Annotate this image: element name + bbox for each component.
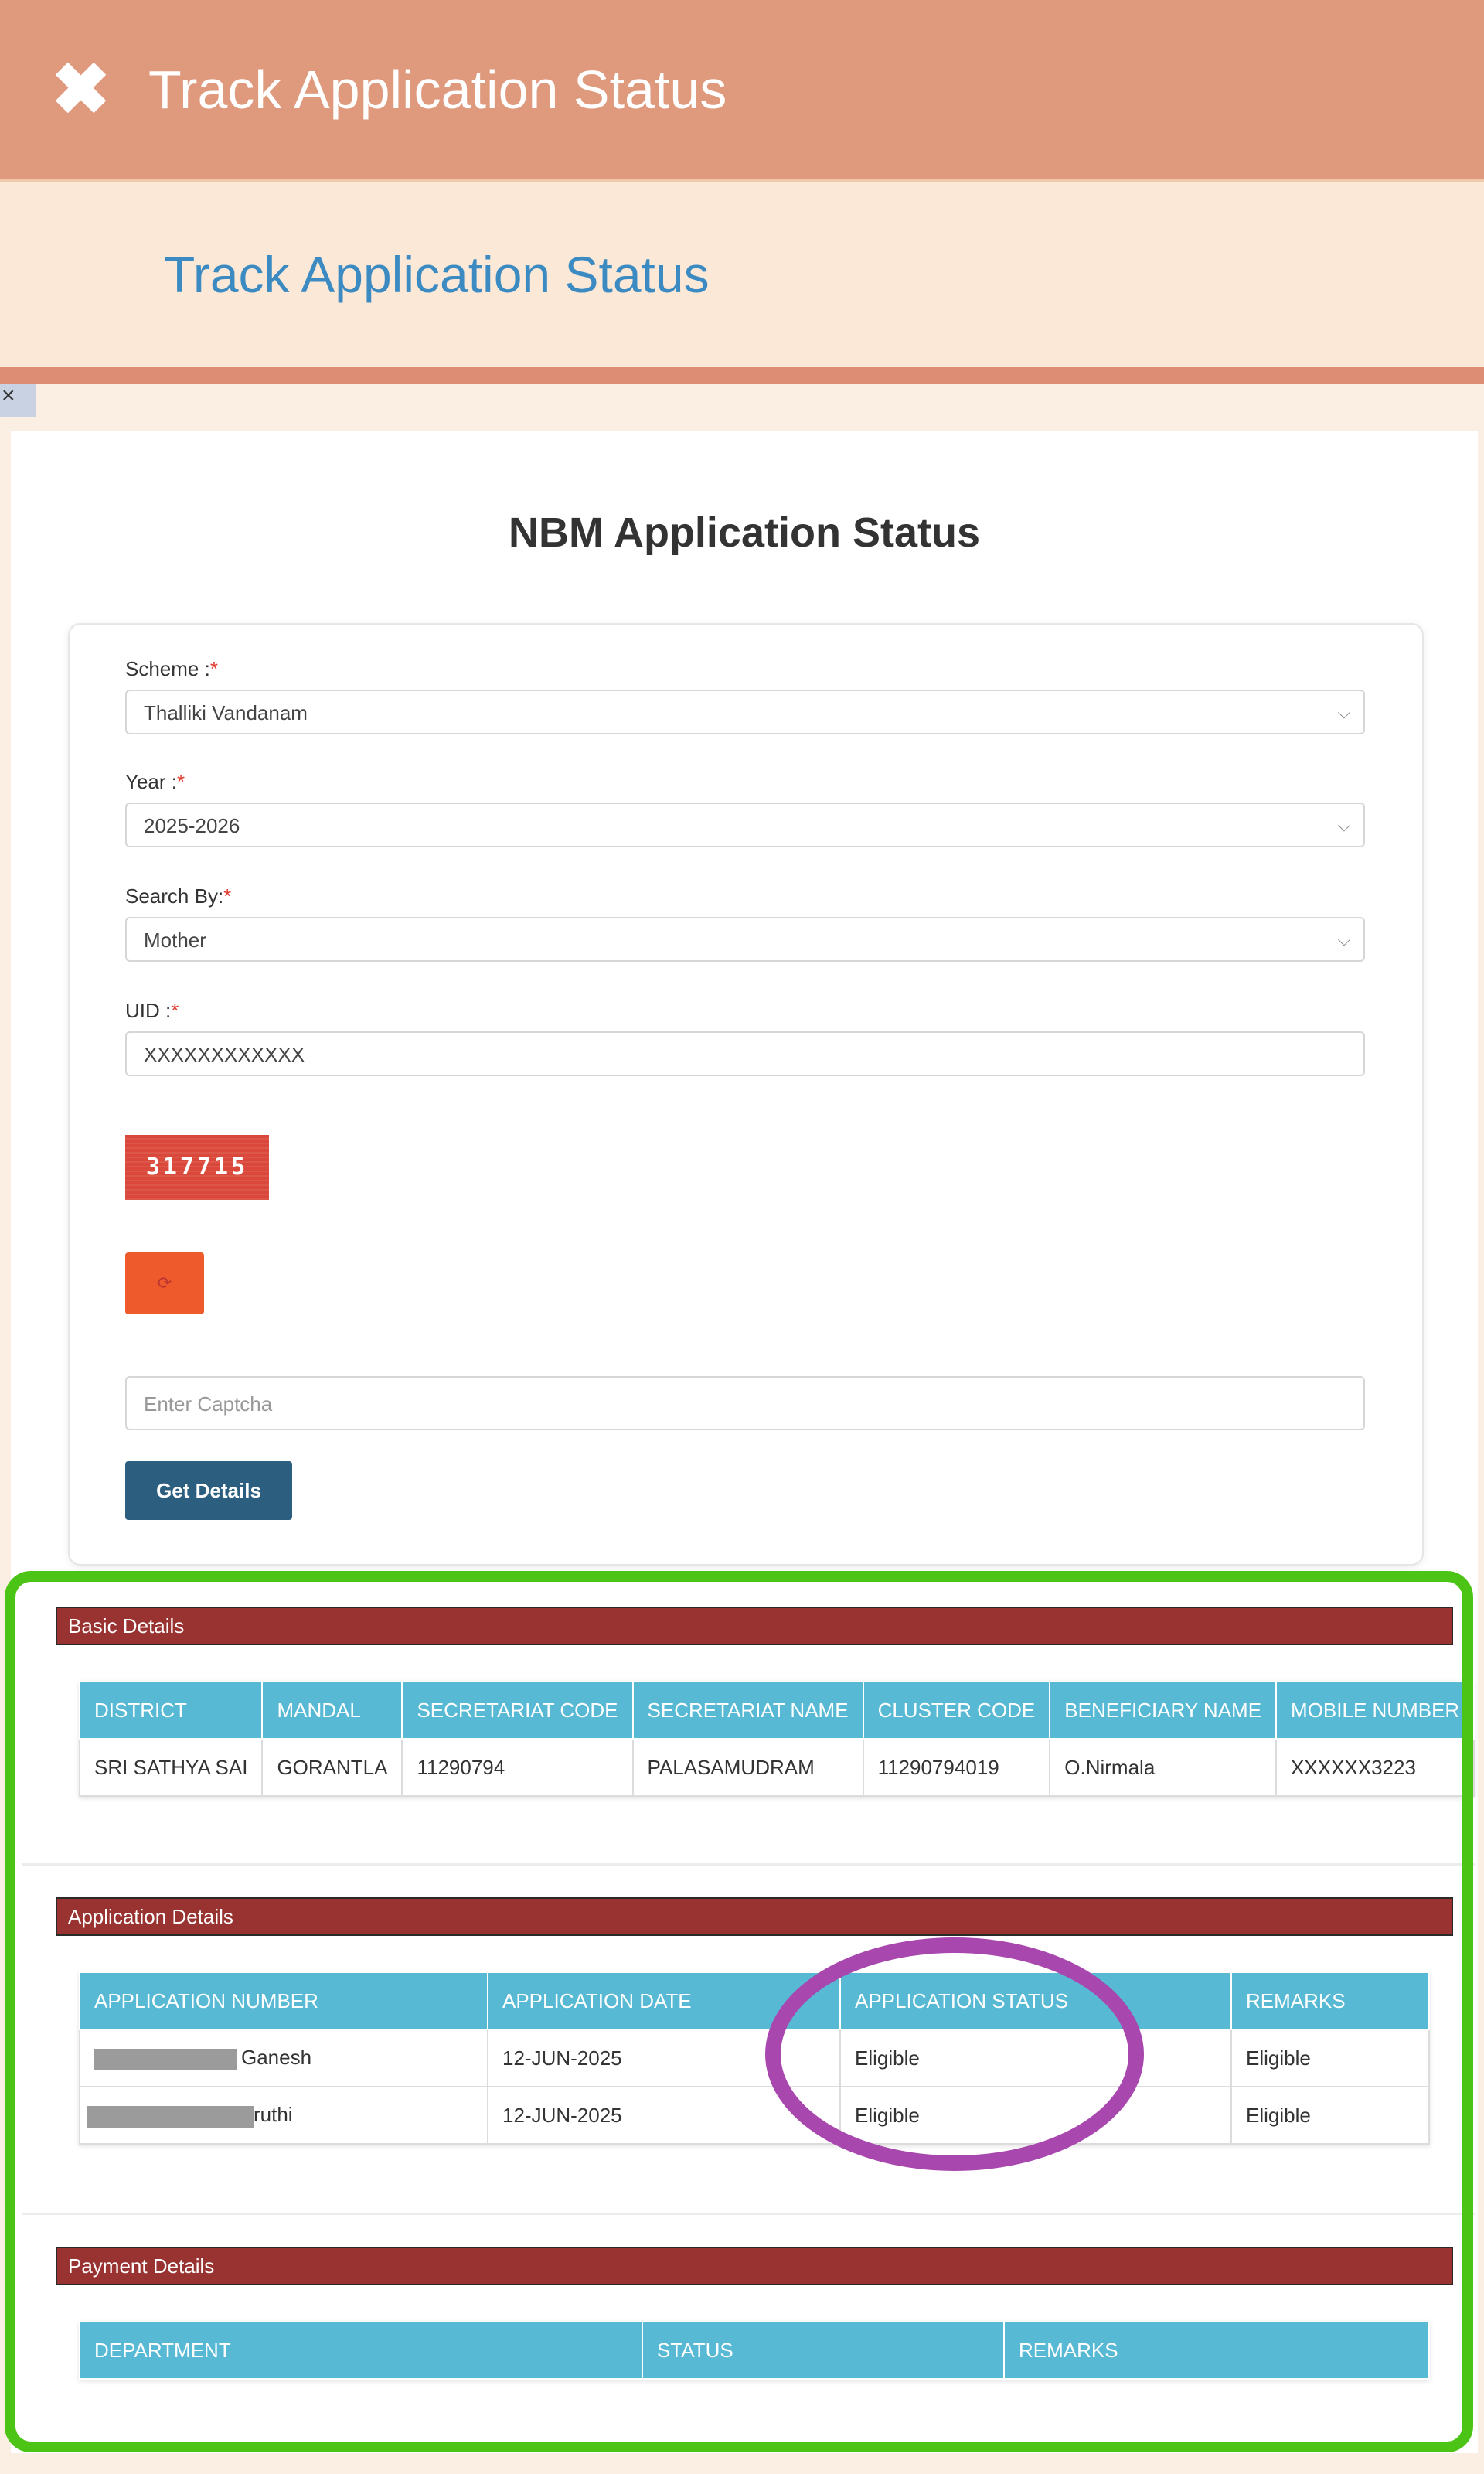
purple-highlight-ellipse — [765, 1937, 1144, 2171]
page-title: NBM Application Status — [508, 509, 980, 556]
year-select-value: 2025-2026 — [144, 814, 240, 837]
search-by-select-value: Mother — [144, 929, 206, 952]
scheme-label: Scheme :* — [125, 657, 218, 681]
search-by-select[interactable]: Mother ⌵ — [125, 917, 1365, 962]
chevron-down-icon: ⌵ — [1337, 816, 1351, 835]
search-by-label: Search By:* — [125, 884, 231, 908]
required-marker: * — [223, 884, 232, 908]
captcha-image: 317715 — [125, 1135, 269, 1200]
required-marker: * — [171, 999, 179, 1022]
uid-label: UID :* — [125, 999, 179, 1023]
search-form: Scheme :* Thalliki Vandanam ⌵ Year :* 20… — [68, 623, 1424, 1566]
refresh-captcha-button[interactable]: ⟳ — [125, 1252, 204, 1314]
year-label-text: Year : — [125, 770, 177, 793]
uid-label-text: UID : — [125, 999, 172, 1022]
get-details-button[interactable]: Get Details — [125, 1461, 292, 1520]
required-marker: * — [209, 657, 218, 680]
page-banner: Track Application Status — [0, 182, 1484, 367]
dismiss-icon[interactable]: × — [0, 384, 36, 417]
close-icon[interactable]: ✖ — [51, 51, 111, 128]
captcha-input[interactable]: Enter Captcha — [125, 1376, 1365, 1430]
chevron-down-icon: ⌵ — [1337, 930, 1351, 949]
scheme-select[interactable]: Thalliki Vandanam ⌵ — [125, 690, 1365, 734]
search-by-label-text: Search By: — [125, 884, 224, 908]
year-select[interactable]: 2025-2026 ⌵ — [125, 803, 1365, 847]
top-app-bar: ✖ Track Application Status — [0, 0, 1484, 182]
app-bar-title: Track Application Status — [148, 60, 727, 120]
chevron-down-icon: ⌵ — [1337, 703, 1351, 722]
scheme-select-value: Thalliki Vandanam — [144, 701, 308, 724]
green-highlight-box — [5, 1571, 1473, 2452]
banner-divider — [0, 367, 1484, 384]
uid-input[interactable]: XXXXXXXXXXXX — [125, 1031, 1365, 1076]
year-label: Year :* — [125, 770, 185, 794]
scheme-label-text: Scheme : — [125, 657, 210, 680]
banner-title: Track Application Status — [164, 246, 710, 303]
required-marker: * — [176, 770, 186, 793]
